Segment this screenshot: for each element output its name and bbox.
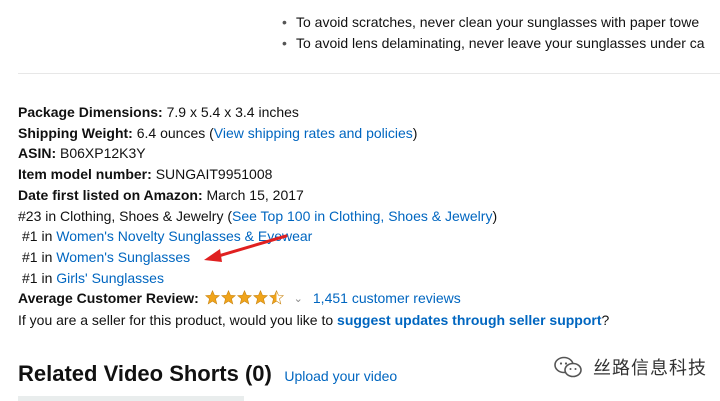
best-sellers-rank-row: #23 in Clothing, Shoes & Jewelry (See To… [18, 206, 718, 227]
wechat-logo-icon [554, 356, 582, 378]
date-first-listed-row: Date first listed on Amazon: March 15, 2… [18, 185, 718, 206]
shipping-weight-label: Shipping Weight: [18, 124, 133, 141]
star-full-icon [236, 290, 252, 305]
sub-rank-prefix: #1 in [22, 269, 57, 286]
model-number-value: SUNGAIT9951008 [155, 166, 273, 183]
star-full-icon [252, 290, 268, 305]
rank-main-suffix: ) [492, 207, 498, 224]
seller-support-link[interactable]: suggest updates through seller support [337, 312, 601, 328]
date-first-listed-label: Date first listed on Amazon: [18, 186, 203, 203]
sub-rank-row: #1 in Girls' Sunglasses [18, 268, 718, 289]
seller-prompt-text: If you are a seller for this product, wo… [18, 312, 338, 329]
shipping-weight-value: 6.4 ounces ( [136, 124, 214, 141]
sub-rank-prefix: #1 in [22, 228, 57, 245]
star-full-icon [220, 290, 236, 305]
asin-value: B06XP12K3Y [60, 145, 146, 162]
star-full-icon [204, 290, 220, 305]
category-link-novelty-sunglasses[interactable]: Women's Novelty Sunglasses & Eyewear [56, 228, 312, 244]
asin-label: ASIN: [18, 145, 57, 162]
related-video-shorts: Related Video Shorts (0) Upload your vid… [18, 361, 397, 387]
bullet-text: To avoid lens delaminating, never leave … [296, 35, 705, 51]
star-half-icon [268, 290, 284, 305]
watermark-text: 丝路信息科技 [593, 358, 707, 378]
bullet-text: To avoid scratches, never clean your sun… [296, 14, 700, 30]
category-link-womens-sunglasses[interactable]: Women's Sunglasses [56, 249, 190, 265]
product-details: Package Dimensions: 7.9 x 5.4 x 3.4 inch… [18, 102, 718, 331]
package-dimensions-row: Package Dimensions: 7.9 x 5.4 x 3.4 inch… [18, 102, 718, 123]
sub-rank-row: #1 in Women's Novelty Sunglasses & Eyewe… [18, 226, 718, 247]
top-100-link[interactable]: See Top 100 in Clothing, Shoes & Jewelry [232, 208, 492, 224]
category-link-girls-sunglasses[interactable]: Girls' Sunglasses [56, 270, 164, 286]
upload-video-link[interactable]: Upload your video [284, 368, 397, 384]
seller-support-row: If you are a seller for this product, wo… [18, 310, 718, 331]
asin-row: ASIN: B06XP12K3Y [18, 143, 718, 164]
product-care-bullets: • To avoid scratches, never clean your su… [281, 12, 720, 54]
related-video-title: Related Video Shorts (0) [18, 361, 272, 386]
sub-rank-prefix: #1 in [22, 248, 57, 265]
model-number-row: Item model number: SUNGAIT9951008 [18, 164, 718, 185]
shipping-rates-link[interactable]: View shipping rates and policies [214, 125, 413, 141]
sub-rank-row: #1 in Women's Sunglasses [18, 247, 718, 268]
shipping-weight-row: Shipping Weight: 6.4 ounces (View shippi… [18, 123, 718, 144]
average-review-label: Average Customer Review: [18, 290, 199, 307]
rank-main-prefix: #23 in Clothing, Shoes & Jewelry ( [18, 207, 232, 224]
bullet-item: • To avoid lens delaminating, never leave… [282, 35, 705, 51]
seller-prompt-suffix: ? [601, 312, 610, 329]
wechat-watermark: 丝路信息科技 [553, 354, 707, 380]
section-divider [18, 73, 720, 74]
chevron-down-icon[interactable]: ⌄ [294, 289, 303, 310]
bullet-item: • To avoid scratches, never clean your su… [282, 14, 700, 30]
model-number-label: Item model number: [18, 166, 152, 183]
date-first-listed-value: March 15, 2017 [206, 186, 304, 203]
customer-reviews-link[interactable]: 1,451 customer reviews [313, 290, 461, 306]
shipping-weight-suffix: ) [412, 124, 418, 141]
package-dimensions-value: 7.9 x 5.4 x 3.4 inches [166, 104, 299, 120]
video-carousel-placeholder [18, 396, 244, 401]
star-rating[interactable] [204, 290, 285, 305]
average-review-row: Average Customer Review: ⌄ 1,451 customer… [18, 288, 718, 310]
package-dimensions-label: Package Dimensions: [18, 104, 163, 120]
